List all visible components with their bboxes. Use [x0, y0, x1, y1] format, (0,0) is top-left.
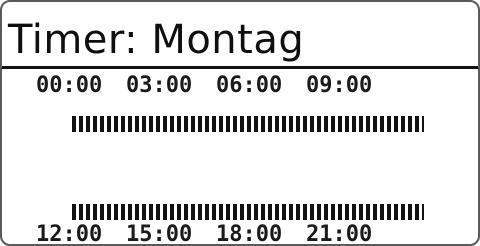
top-time-labels: 00:00 03:00 06:00 09:00: [36, 73, 396, 99]
time-label-0900: 09:00: [306, 73, 373, 98]
time-label-2100: 21:00: [306, 222, 373, 246]
morning-timeline-bar: [72, 116, 424, 132]
bottom-time-labels: 12:00 15:00 18:00 21:00: [36, 222, 396, 246]
time-label-1500: 15:00: [126, 222, 193, 246]
timer-display: Timer: Montag 00:00 03:00 06:00 09:00 12…: [0, 0, 480, 246]
time-label-0000: 00:00: [36, 73, 103, 98]
time-label-1200: 12:00: [36, 222, 103, 246]
time-label-0300: 03:00: [126, 73, 193, 98]
title-divider: [2, 66, 478, 69]
page-title: Timer: Montag: [8, 17, 305, 63]
afternoon-timeline-bar: [72, 204, 424, 220]
time-label-0600: 06:00: [216, 73, 283, 98]
time-label-1800: 18:00: [216, 222, 283, 246]
